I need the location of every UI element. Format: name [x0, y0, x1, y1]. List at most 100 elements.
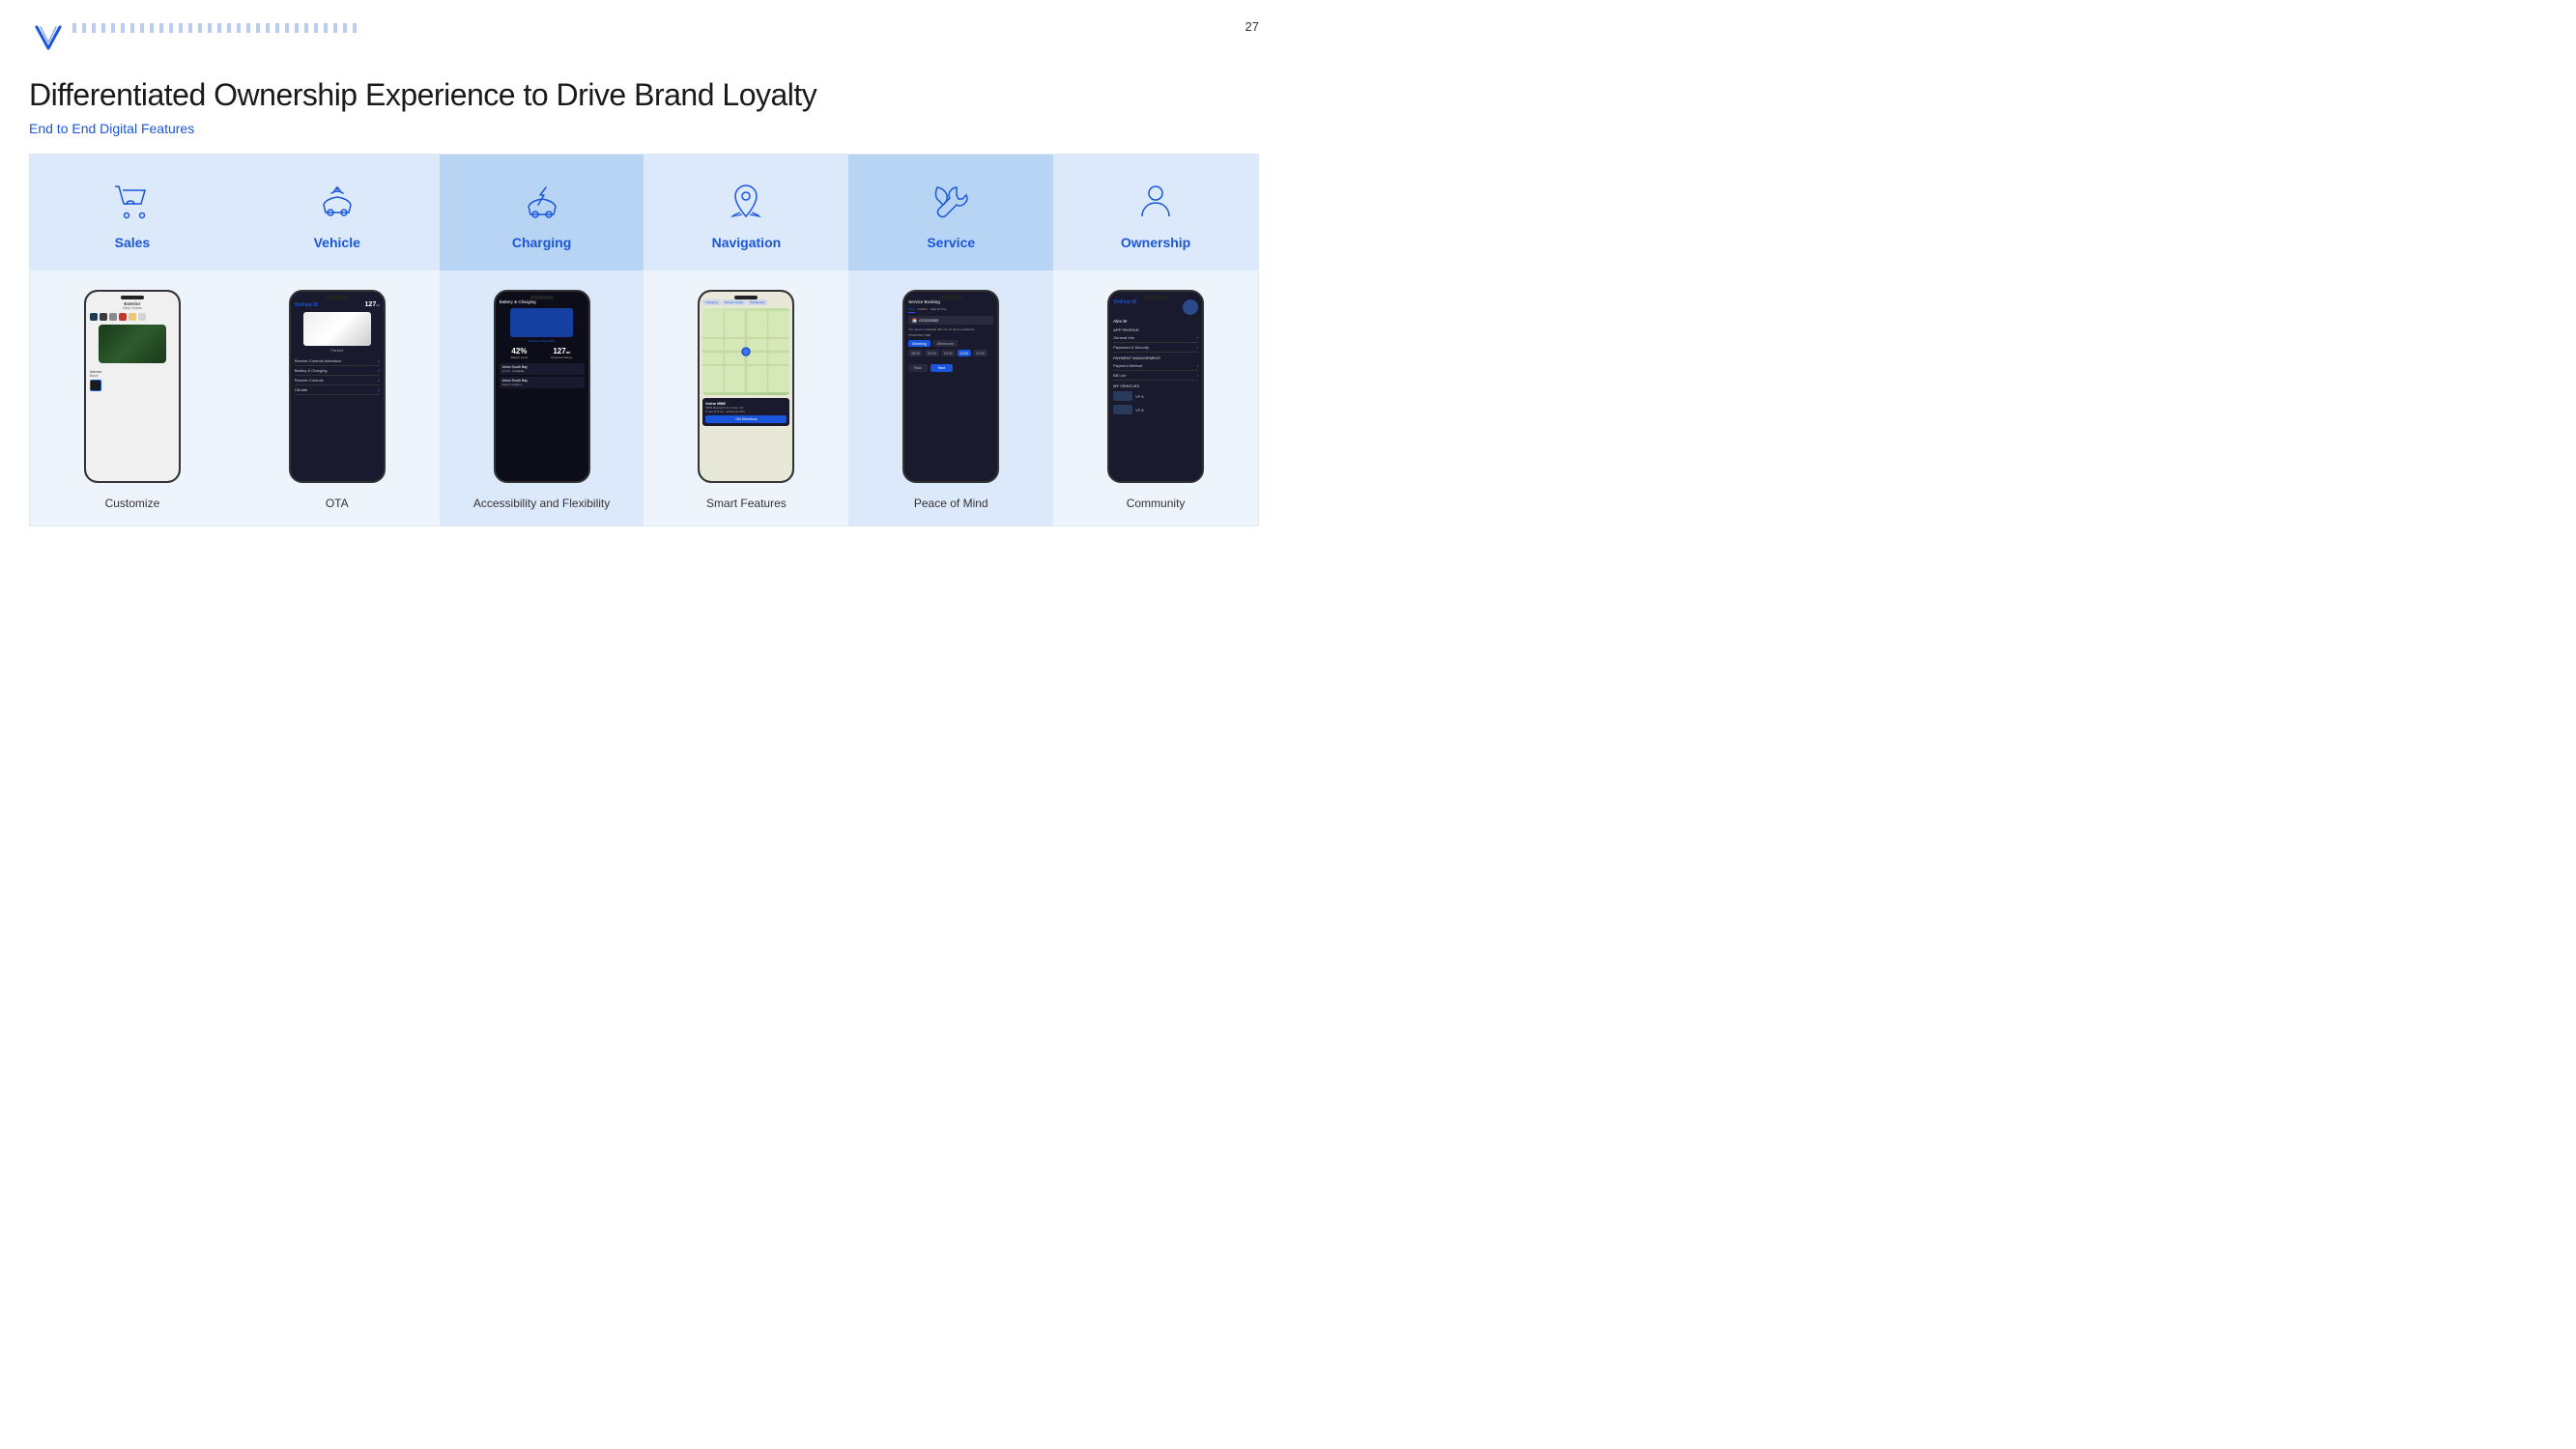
feature-caption-navigation: Smart Features	[706, 497, 787, 510]
v3-battery-val: 42%	[511, 347, 529, 355]
phone-charging: Battery & Charging Charging Target 80% 4…	[494, 290, 590, 483]
feature-body-ownership: VinFast ID Alex W APP PROFILE General In…	[1053, 270, 1258, 526]
color-swatch-2	[100, 313, 107, 321]
v4-panel-time: 9 min (3.5 mi) · Arrived at 22%	[705, 410, 787, 413]
phone-notch-service	[939, 296, 962, 299]
v3-station-2: Union South Bay Same Location	[500, 377, 585, 388]
phone-notch-charging	[530, 296, 554, 299]
v5-slot-8[interactable]: 08:00	[908, 350, 923, 356]
v5-time-tabs: Morning Afternoon	[908, 340, 993, 347]
v6-menu-general: General Info›	[1113, 333, 1198, 343]
feature-caption-ownership: Community	[1127, 497, 1186, 510]
v5-slot-9[interactable]: 09:00	[925, 350, 939, 356]
brand-logo	[29, 17, 68, 61]
feature-label-navigation: Navigation	[712, 235, 782, 250]
v4-tab-restaurant: Restaurant	[747, 299, 767, 305]
phone-screen-content-vehicle: VinFast ID 127mi Parked Remote Controls …	[291, 292, 384, 481]
v6-car-icon-2	[1113, 405, 1132, 414]
v3-range-val: 127mi	[551, 347, 572, 355]
feature-header-ownership: Ownership	[1053, 155, 1258, 270]
v3-station-1-info: 1.0 mi · Available	[502, 369, 582, 373]
feature-label-ownership: Ownership	[1121, 235, 1190, 250]
phone-notch-nav	[734, 296, 758, 299]
feature-col-vehicle: Vehicle VinFast ID 127mi Parked	[235, 155, 440, 526]
phone-notch-vehicle	[326, 296, 349, 299]
phone-vehicle: VinFast ID 127mi Parked Remote Controls …	[289, 290, 386, 483]
v6-car-icon-1	[1113, 391, 1132, 401]
v6-car-vf8-1: VF 8	[1113, 389, 1198, 403]
feature-header-charging: Charging	[440, 155, 644, 270]
v3-range-label: Expected Range	[551, 355, 572, 359]
v3-stats: 42% Battery Level 127mi Expected Range	[500, 347, 585, 359]
phone-screen-ownership: VinFast ID Alex W APP PROFILE General In…	[1109, 292, 1202, 481]
phone-screen-content-ownership: VinFast ID Alex W APP PROFILE General In…	[1109, 292, 1202, 481]
page-number: 27	[1245, 19, 1259, 34]
feature-col-sales: Sales Exterior Deep Ocean	[30, 155, 235, 526]
v5-date: 📅07/12/2022	[908, 316, 993, 325]
v4-tabs: Charging Service Center Restaurant	[702, 299, 789, 305]
v6-menu-payment: Payment Method›	[1113, 361, 1198, 371]
v2-speed: 127mi	[365, 301, 380, 308]
header-decoration	[72, 23, 362, 33]
v5-slot-11[interactable]: 11:00	[958, 350, 972, 356]
v5-back-btn[interactable]: Back	[908, 364, 928, 372]
feature-body-navigation: Charging Service Center Restaurant	[644, 270, 848, 526]
interior-swatch	[90, 380, 101, 391]
car-wifi-icon	[316, 180, 358, 227]
v4-map	[702, 308, 789, 395]
feature-col-charging: Charging Battery & Charging Charging Tar…	[440, 155, 644, 526]
feature-body-vehicle: VinFast ID 127mi Parked Remote Controls …	[235, 270, 440, 526]
feature-label-service: Service	[927, 235, 975, 250]
v5-slot-10[interactable]: 10:00	[941, 350, 956, 356]
feature-caption-vehicle: OTA	[326, 497, 349, 510]
v5-action-btns: Back Next	[908, 364, 993, 372]
color-swatch-1	[90, 313, 98, 321]
v6-section-vehicles: MY VEHICLES	[1113, 384, 1198, 388]
feature-caption-service: Peace of Mind	[914, 497, 988, 510]
feature-caption-charging: Accessibility and Flexibility	[473, 497, 610, 510]
v1-colors	[90, 313, 175, 321]
v6-avatar	[1183, 299, 1198, 315]
v5-tab-morning[interactable]: Morning	[908, 340, 930, 347]
feature-body-sales: Exterior Deep Ocean Inter	[30, 270, 235, 526]
phone-screen-content-navigation: Charging Service Center Restaurant	[700, 292, 792, 481]
color-swatch-3	[109, 313, 117, 321]
v6-section-profile: APP PROFILE	[1113, 327, 1198, 332]
color-swatch-4	[119, 313, 127, 321]
v5-time-slots: 08:00 09:00 10:00 11:00 12:00	[908, 350, 993, 356]
v4-get-directions-btn[interactable]: Get Directions	[705, 415, 787, 423]
feature-col-ownership: Ownership VinFast ID Alex W APP PROFILE	[1053, 155, 1258, 526]
v4-tab-charging: Charging	[702, 299, 720, 305]
car-charging-icon	[521, 180, 563, 227]
phone-notch-ownership	[1144, 296, 1167, 299]
feature-header-navigation: Navigation	[644, 155, 848, 270]
feature-label-sales: Sales	[115, 235, 151, 250]
v6-topbar: VinFast ID	[1113, 299, 1198, 315]
page-subtitle: End to End Digital Features	[29, 121, 1259, 136]
page-title: Differentiated Ownership Experience to D…	[29, 77, 1259, 113]
phone-screen-navigation: Charging Service Center Restaurant	[700, 292, 792, 481]
v2-car-img	[303, 312, 371, 346]
v3-battery-label: Battery Level	[511, 355, 529, 359]
cart-icon	[111, 180, 154, 227]
v6-menu-bills: Bill List ·›	[1113, 371, 1198, 381]
v5-tab-afternoon[interactable]: Afternoon	[933, 340, 958, 347]
v3-stations: Union South Bay 1.0 mi · Available Union…	[500, 363, 585, 388]
v6-logo: VinFast ID	[1113, 299, 1136, 315]
v5-slot-12[interactable]: 12:00	[973, 350, 987, 356]
feature-caption-sales: Customize	[105, 497, 160, 510]
v2-logo: VinFast ID	[295, 302, 318, 308]
feature-header-vehicle: Vehicle	[235, 155, 440, 270]
v5-header: Service Booking	[908, 299, 993, 304]
v5-next-btn[interactable]: Next	[930, 364, 953, 372]
car-image-sales	[99, 325, 166, 363]
v1-subtitle: Deep Ocean	[90, 306, 175, 310]
phone-navigation: Charging Service Center Restaurant	[698, 290, 794, 483]
v2-menu-controls: Remote Controls›	[295, 376, 380, 385]
v3-car	[510, 308, 573, 337]
phone-screen-sales: Exterior Deep Ocean Inter	[86, 292, 179, 481]
person-icon	[1134, 180, 1177, 227]
v3-header: Battery & Charging	[500, 299, 585, 304]
v6-section-payment: PAYMENT MANAGEMENT	[1113, 355, 1198, 360]
feature-col-navigation: Navigation Charging Service Center Resta…	[644, 155, 848, 526]
